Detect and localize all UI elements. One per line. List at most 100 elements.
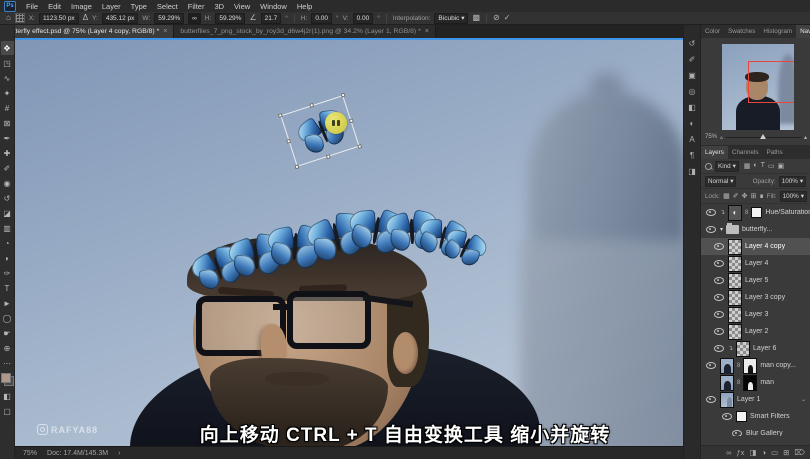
eyedropper-tool[interactable]: ✒ [1,131,14,145]
libraries-panel-icon[interactable]: ◎ [689,87,696,96]
visibility-toggle[interactable] [713,277,725,284]
transform-handle[interactable] [357,143,363,150]
fill-input[interactable]: 100% ▾ [779,190,807,202]
menu-file[interactable]: File [26,2,38,11]
zoom-level-field[interactable]: 75% [23,450,37,457]
visibility-toggle[interactable] [721,413,733,420]
maintain-aspect-icon[interactable]: ∞ [188,12,201,24]
filter-smart-icon[interactable]: ▣ [778,162,785,170]
color-swatches[interactable] [0,373,14,386]
character-panel-icon[interactable]: A [689,135,694,144]
y-input[interactable]: 435.12 px [101,12,139,24]
x-input[interactable]: 1123.50 px [39,12,79,24]
zoom-tool[interactable]: ⊕ [1,341,14,355]
tab-color[interactable]: Color [701,25,724,38]
zoom-in-icon[interactable]: ▴ [804,134,807,141]
layer-row-layer-5[interactable]: Layer 5 [701,272,810,289]
shape-tool[interactable]: ◯ [1,311,14,325]
navigator-zoom-value[interactable]: 75% [705,134,717,140]
canvas[interactable]: RAFYA88 向上移动 CTRL + T 自由变换工具 缩小并旋转 [15,38,683,446]
opacity-input[interactable]: 100% ▾ [778,175,806,187]
tab-layers[interactable]: Layers [701,146,728,159]
lock-pixels-icon[interactable]: ✐ [733,192,739,200]
brush-settings-panel-icon[interactable]: ✐ [689,55,696,64]
visibility-toggle[interactable] [713,328,725,335]
properties-panel-icon[interactable]: ◨ [688,167,696,176]
layer-thumbnail[interactable] [720,374,734,391]
layer-row-layer-1[interactable]: Layer 1 ⌄ [701,391,810,408]
menu-3d[interactable]: 3D [214,2,224,11]
blur-tool[interactable]: ◔ [1,236,14,250]
transform-handle[interactable] [340,92,346,98]
marquee-tool[interactable]: ◳ [1,56,14,70]
status-chevron-icon[interactable]: › [118,450,120,457]
layer-thumbnail[interactable] [736,340,751,357]
visibility-toggle[interactable] [705,209,717,216]
lock-transparency-icon[interactable]: ▦ [723,192,730,200]
clone-stamp-tool[interactable]: ◉ [1,176,14,190]
zoom-out-icon[interactable]: ▵ [720,134,723,141]
menu-layer[interactable]: Layer [102,2,121,11]
pen-tool[interactable]: ✑ [1,266,14,280]
blend-mode-select[interactable]: Normal ▾ [705,175,737,187]
screen-mode-icon[interactable]: ▢ [1,404,14,418]
transform-handle[interactable] [294,164,300,170]
layer-row-layer-2[interactable]: Layer 2 [701,323,810,340]
navigator-view-box[interactable] [748,61,794,103]
layer-row-butterfly-[interactable]: ▾ butterfly... [701,221,810,238]
layer-thumbnail[interactable] [720,357,734,374]
tab-histogram[interactable]: Histogram [759,25,796,38]
menu-image[interactable]: Image [71,2,92,11]
filter-kind-select[interactable]: Kind ▾ [715,160,739,172]
layer-thumbnail[interactable] [728,255,742,272]
visibility-toggle[interactable] [713,260,725,267]
interpolation-select[interactable]: Bicubic ▾ [434,12,469,24]
lasso-tool[interactable]: ∿ [1,71,14,85]
paragraph-panel-icon[interactable]: ¶ [690,151,694,160]
h-skew-input[interactable]: 0.00 [311,12,333,24]
menu-edit[interactable]: Edit [48,2,61,11]
smart-filter-expand-icon[interactable]: ⌄ [801,396,806,403]
visibility-toggle[interactable] [713,294,725,301]
layer-thumbnail[interactable] [728,272,742,289]
foreground-color-swatch[interactable] [0,373,11,383]
menu-type[interactable]: Type [131,2,147,11]
dodge-tool[interactable]: ◗ [1,251,14,265]
adjustments-panel-icon[interactable]: ◧ [688,103,696,112]
delete-layer-icon[interactable]: ⌦ [794,448,805,457]
smart-filter-thumbnail[interactable] [736,411,747,422]
menu-help[interactable]: Help [297,2,312,11]
move-tool[interactable]: ✥ [0,41,14,55]
link-layers-icon[interactable]: ∞ [726,448,731,457]
styles-panel-icon[interactable]: ◐ [690,119,695,128]
gradient-tool[interactable]: ▥ [1,221,14,235]
type-tool[interactable]: T [1,281,14,295]
path-selection-tool[interactable]: ► [1,296,14,310]
group-expand-icon[interactable]: ▾ [720,226,723,233]
warp-mode-icon[interactable]: ▩ [472,13,480,23]
filter-adjustment-icon[interactable]: ◐ [753,162,757,170]
layer-mask-thumbnail[interactable] [751,207,763,218]
v-skew-input[interactable]: 0.00 [352,12,374,24]
tab-channels[interactable]: Channels [728,146,763,159]
lock-all-icon[interactable]: ∎ [759,192,763,200]
layer-thumbnail[interactable] [728,323,742,340]
filter-shape-icon[interactable]: ▭ [768,162,775,170]
layer-thumbnail[interactable] [728,289,742,306]
zoom-slider-track[interactable] [726,133,801,139]
hand-tool[interactable]: ☛ [1,326,14,340]
navigator-thumbnail[interactable] [722,44,794,130]
visibility-toggle[interactable] [705,396,717,403]
tab-navigator[interactable]: Navigator [796,25,810,38]
brush-tool[interactable]: ✐ [1,161,14,175]
healing-brush-tool[interactable]: ✚ [1,146,14,160]
transform-handle[interactable] [309,102,315,108]
filter-type-icon[interactable]: T [761,162,765,170]
visibility-toggle[interactable] [713,243,725,250]
clone-source-panel-icon[interactable]: ▣ [688,71,696,80]
commit-transform-icon[interactable]: ✓ [504,13,511,23]
layer-thumbnail[interactable] [728,238,742,255]
transform-handle[interactable] [286,138,292,144]
layer-mask-thumbnail[interactable] [743,374,758,391]
lock-artboard-icon[interactable]: ⊞ [750,192,756,200]
